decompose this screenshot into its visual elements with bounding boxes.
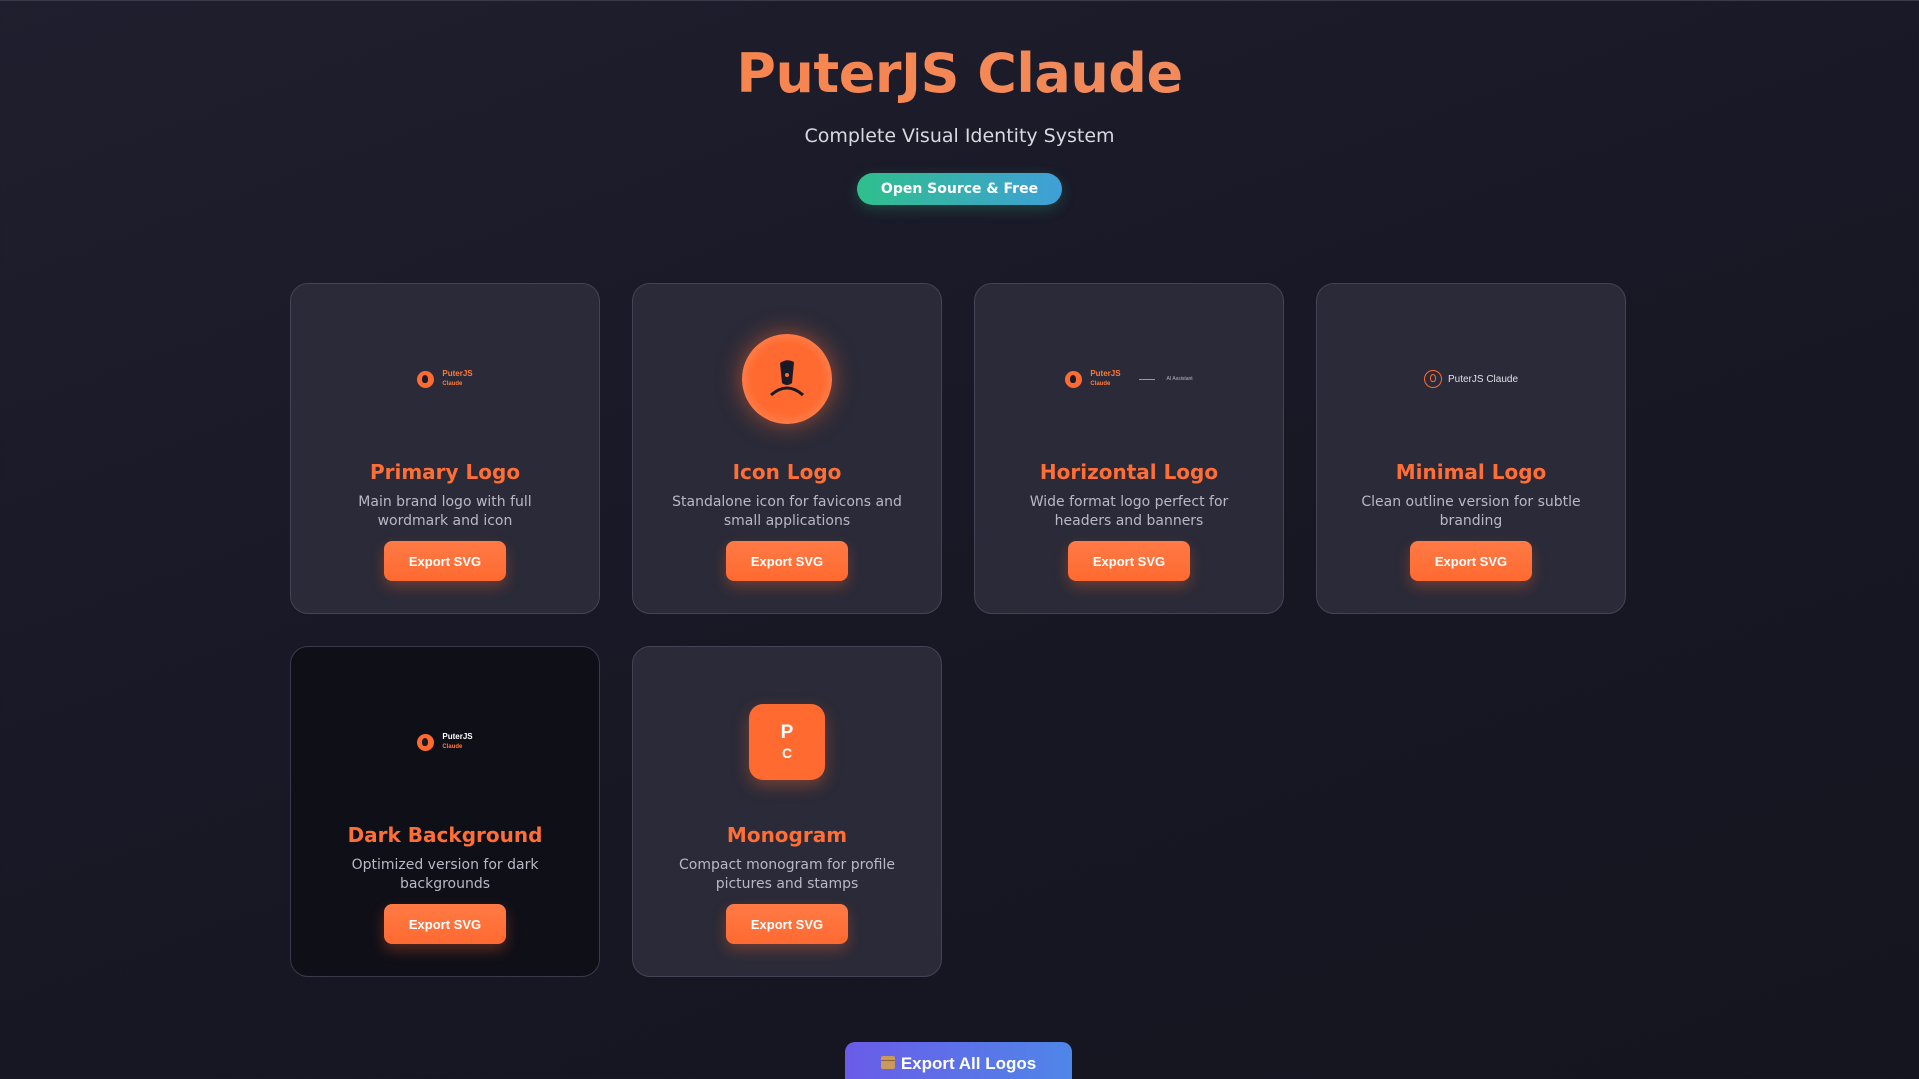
logo-separator — [1138, 378, 1155, 380]
page-subtitle: Complete Visual Identity System — [804, 125, 1115, 147]
page-header: PuterJS Claude Complete Visual Identity … — [0, 1, 1919, 205]
logo-tagline: AI Assistant — [1166, 376, 1193, 382]
export-all-label: Export All Logos — [900, 1054, 1037, 1073]
page-title: PuterJS Claude — [0, 41, 1919, 107]
export-all-logos-button[interactable]: Export All Logos — [845, 1042, 1072, 1079]
export-svg-button[interactable]: Export SVG — [1410, 541, 1532, 581]
logo-preview: PuterJS Claude — [291, 314, 599, 444]
export-svg-button[interactable]: Export SVG — [384, 904, 506, 944]
logo-wordmark: PuterJS Claude — [1447, 373, 1519, 385]
horizontal-logo: PuterJS Claude AI Assistant — [1065, 369, 1193, 389]
open-source-badge: Open Source & Free — [856, 173, 1063, 205]
monogram-logo: P C — [749, 704, 825, 780]
logo-card-monogram: P C Monogram Compact monogram for profil… — [632, 646, 942, 977]
logo-subwordmark: Claude — [442, 744, 463, 750]
logo-preview: PuterJS Claude — [291, 677, 599, 807]
card-title: Icon Logo — [732, 460, 842, 484]
logo-preview: P C — [633, 677, 941, 807]
logo-preview: PuterJS Claude AI Assistant — [975, 314, 1283, 444]
export-svg-button[interactable]: Export SVG — [726, 904, 848, 944]
export-svg-button[interactable]: Export SVG — [1068, 541, 1190, 581]
card-title: Minimal Logo — [1395, 460, 1547, 484]
claude-outline-icon — [1423, 370, 1442, 388]
logo-card-dark: PuterJS Claude Dark Background Optimized… — [290, 646, 600, 977]
package-icon — [880, 1056, 895, 1069]
card-title: Horizontal Logo — [1039, 460, 1219, 484]
minimal-logo: PuterJS Claude — [1423, 370, 1519, 388]
card-description: Compact monogram for profile pictures an… — [679, 857, 895, 892]
logo-wordmark: PuterJS — [442, 369, 473, 378]
logo-preview: PuterJS Claude — [1317, 314, 1625, 444]
card-description: Main brand logo with full wordmark and i… — [358, 494, 532, 529]
icon-logo — [742, 334, 832, 424]
logo-card-minimal: PuterJS Claude Minimal Logo Clean outlin… — [1316, 283, 1626, 614]
claude-mark-icon — [1065, 370, 1083, 388]
card-description: Standalone icon for favicons and small a… — [672, 494, 902, 529]
dark-logo: PuterJS Claude — [417, 732, 473, 752]
logo-preview — [633, 314, 941, 444]
primary-logo: PuterJS Claude — [417, 369, 473, 389]
logo-wordmark: PuterJS — [442, 732, 473, 741]
monogram-letter-p: P — [780, 722, 794, 743]
claude-figure-icon — [770, 360, 804, 397]
export-svg-button[interactable]: Export SVG — [384, 541, 506, 581]
logo-card-icon: Icon Logo Standalone icon for favicons a… — [632, 283, 942, 614]
card-description: Wide format logo perfect for headers and… — [1029, 494, 1229, 529]
logo-card-primary: PuterJS Claude Primary Logo Main brand l… — [290, 283, 600, 614]
claude-mark-icon — [417, 370, 435, 388]
monogram-letter-c: C — [781, 745, 793, 761]
card-title: Monogram — [726, 823, 848, 847]
logo-subwordmark: Claude — [442, 381, 463, 387]
card-title: Primary Logo — [369, 460, 521, 484]
card-description: Clean outline version for subtle brandin… — [1361, 494, 1581, 529]
logo-grid: PuterJS Claude Primary Logo Main brand l… — [290, 283, 1628, 977]
card-title: Dark Background — [347, 823, 543, 847]
card-description: Optimized version for dark backgrounds — [351, 857, 539, 892]
logo-subwordmark: Claude — [1090, 381, 1111, 387]
logo-wordmark: PuterJS — [1090, 369, 1121, 378]
export-svg-button[interactable]: Export SVG — [726, 541, 848, 581]
logo-card-horizontal: PuterJS Claude AI Assistant Horizontal L… — [974, 283, 1284, 614]
claude-mark-icon — [417, 733, 435, 751]
